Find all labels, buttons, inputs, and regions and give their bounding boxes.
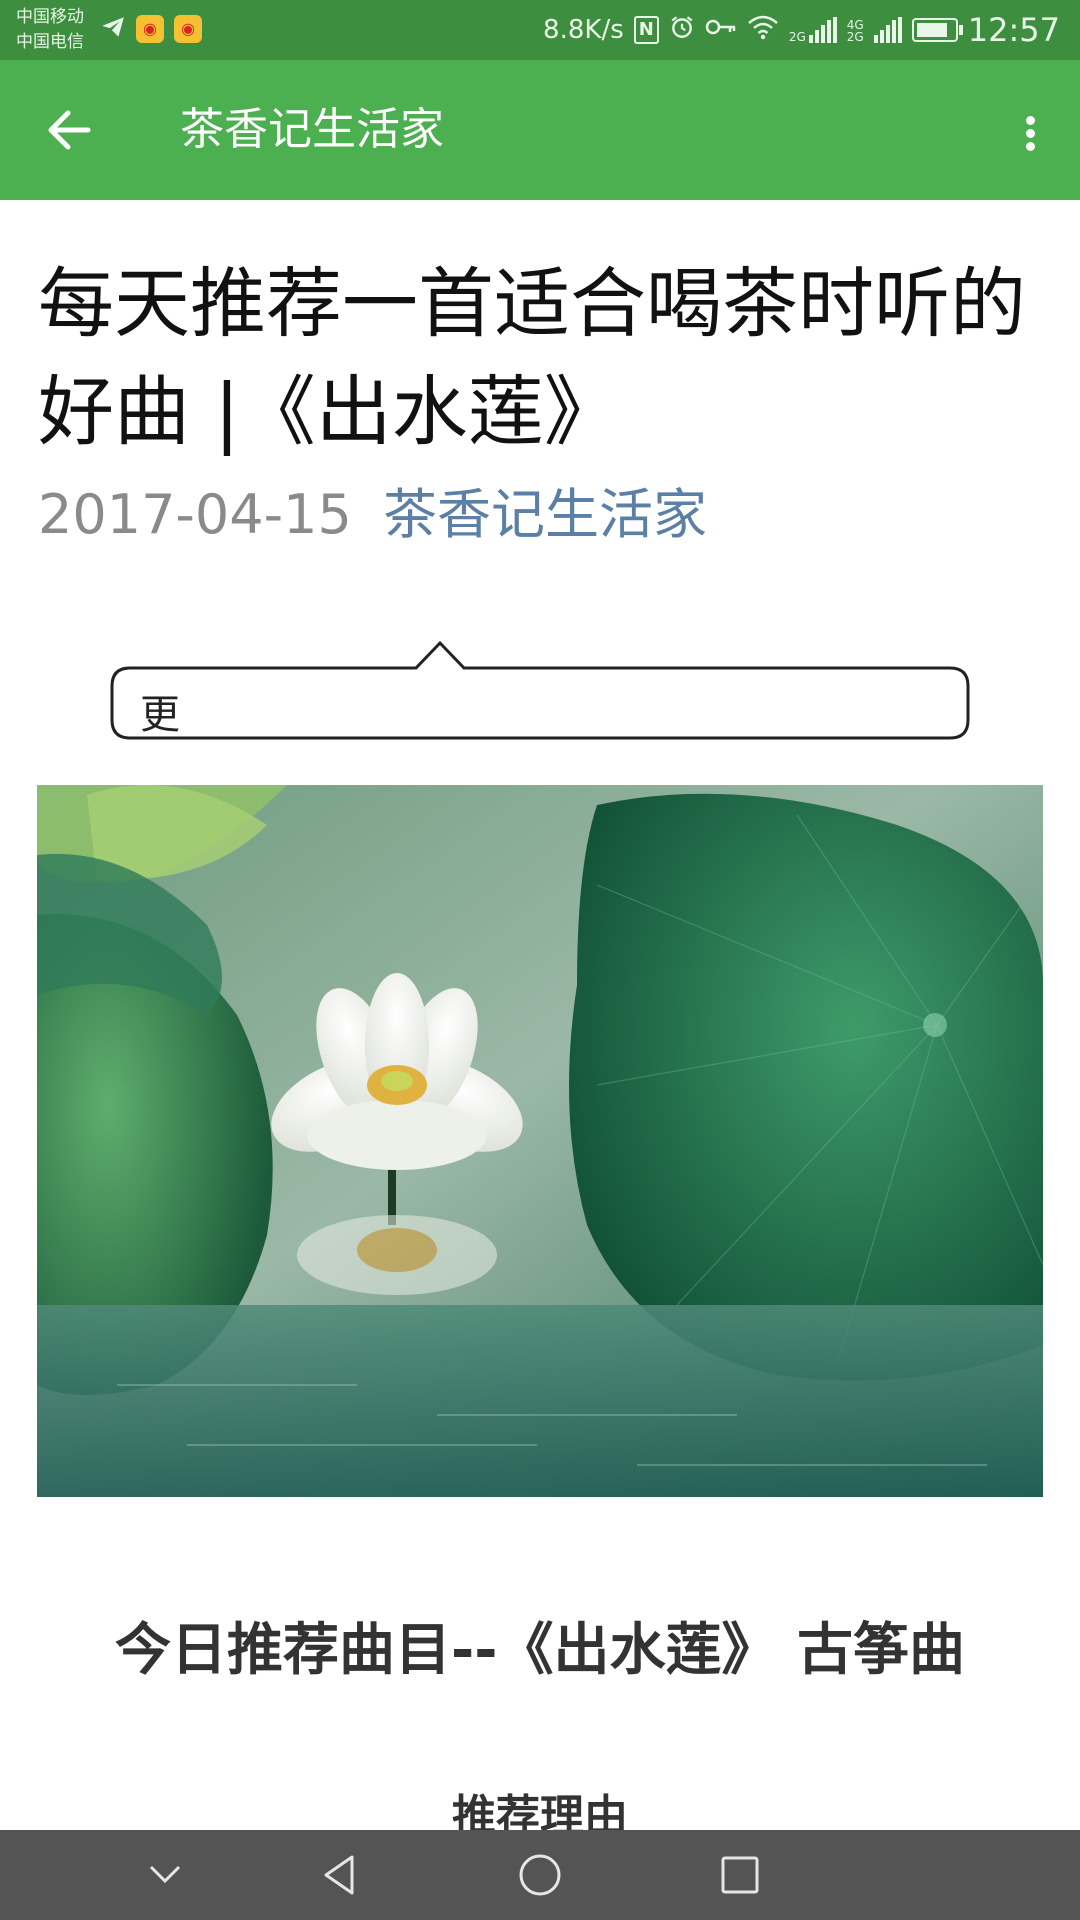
hide-nav-button[interactable] xyxy=(135,1845,195,1905)
weibo-icon: ◉ xyxy=(136,15,164,43)
alarm-icon xyxy=(669,14,695,47)
carrier-2: 中国电信 xyxy=(16,32,84,52)
home-circle-icon xyxy=(510,1854,570,1909)
wifi-icon xyxy=(747,14,779,47)
app-bar: 茶香记生活家 xyxy=(0,60,1080,200)
more-options-button[interactable] xyxy=(1000,100,1060,160)
signal-1-label: 2G xyxy=(788,30,806,44)
author-link[interactable]: 茶香记生活家 xyxy=(383,483,707,546)
chevron-down-icon xyxy=(135,1865,195,1909)
carrier-1: 中国移动 xyxy=(16,7,84,27)
battery-icon xyxy=(911,18,963,42)
more-vert-icon xyxy=(1000,100,1060,151)
nfc-icon: N xyxy=(633,16,659,44)
back-triangle-icon xyxy=(310,1855,370,1909)
lotus-image xyxy=(37,785,1043,1497)
signal-2-label: 4G 2G xyxy=(846,18,864,44)
article-title: 每天推荐一首适合喝茶时听的好曲 |《出水莲》 xyxy=(38,259,1026,456)
publish-date: 2017-04-15 xyxy=(38,483,352,546)
status-bar: 中国移动 中国电信 ◉ ◉ 8.8K/s N 2G 4G 2G 12:57 xyxy=(0,0,1080,60)
signal-icon: 4G 2G xyxy=(847,17,902,43)
callout-box: 更 xyxy=(110,640,970,740)
app-title: 茶香记生活家 xyxy=(180,104,444,155)
signal-icon: 2G xyxy=(789,17,837,43)
section-heading: 今日推荐曲目--《出水莲》 古筝曲 xyxy=(115,1618,965,1683)
callout-text: 更 xyxy=(140,692,180,738)
notification-icons: ◉ ◉ xyxy=(100,14,202,44)
telegram-icon xyxy=(100,14,126,44)
net-speed: 8.8K/s xyxy=(543,15,624,45)
nav-home-button[interactable] xyxy=(510,1845,570,1905)
nav-recents-button[interactable] xyxy=(710,1845,770,1905)
recents-square-icon xyxy=(710,1856,770,1909)
system-nav-bar xyxy=(0,1830,1080,1920)
clock: 12:57 xyxy=(967,11,1060,49)
key-icon xyxy=(705,15,737,45)
nav-back-button[interactable] xyxy=(310,1845,370,1905)
battery-fill xyxy=(916,23,948,37)
arrow-left-icon xyxy=(40,110,100,164)
back-button[interactable] xyxy=(40,100,100,160)
weibo-icon: ◉ xyxy=(174,15,202,43)
carrier-info: 中国移动 中国电信 xyxy=(16,5,84,55)
article-meta: 2017-04-15 茶香记生活家 xyxy=(38,480,707,550)
status-icons: 8.8K/s N 2G 4G 2G 12:57 xyxy=(543,0,1060,60)
